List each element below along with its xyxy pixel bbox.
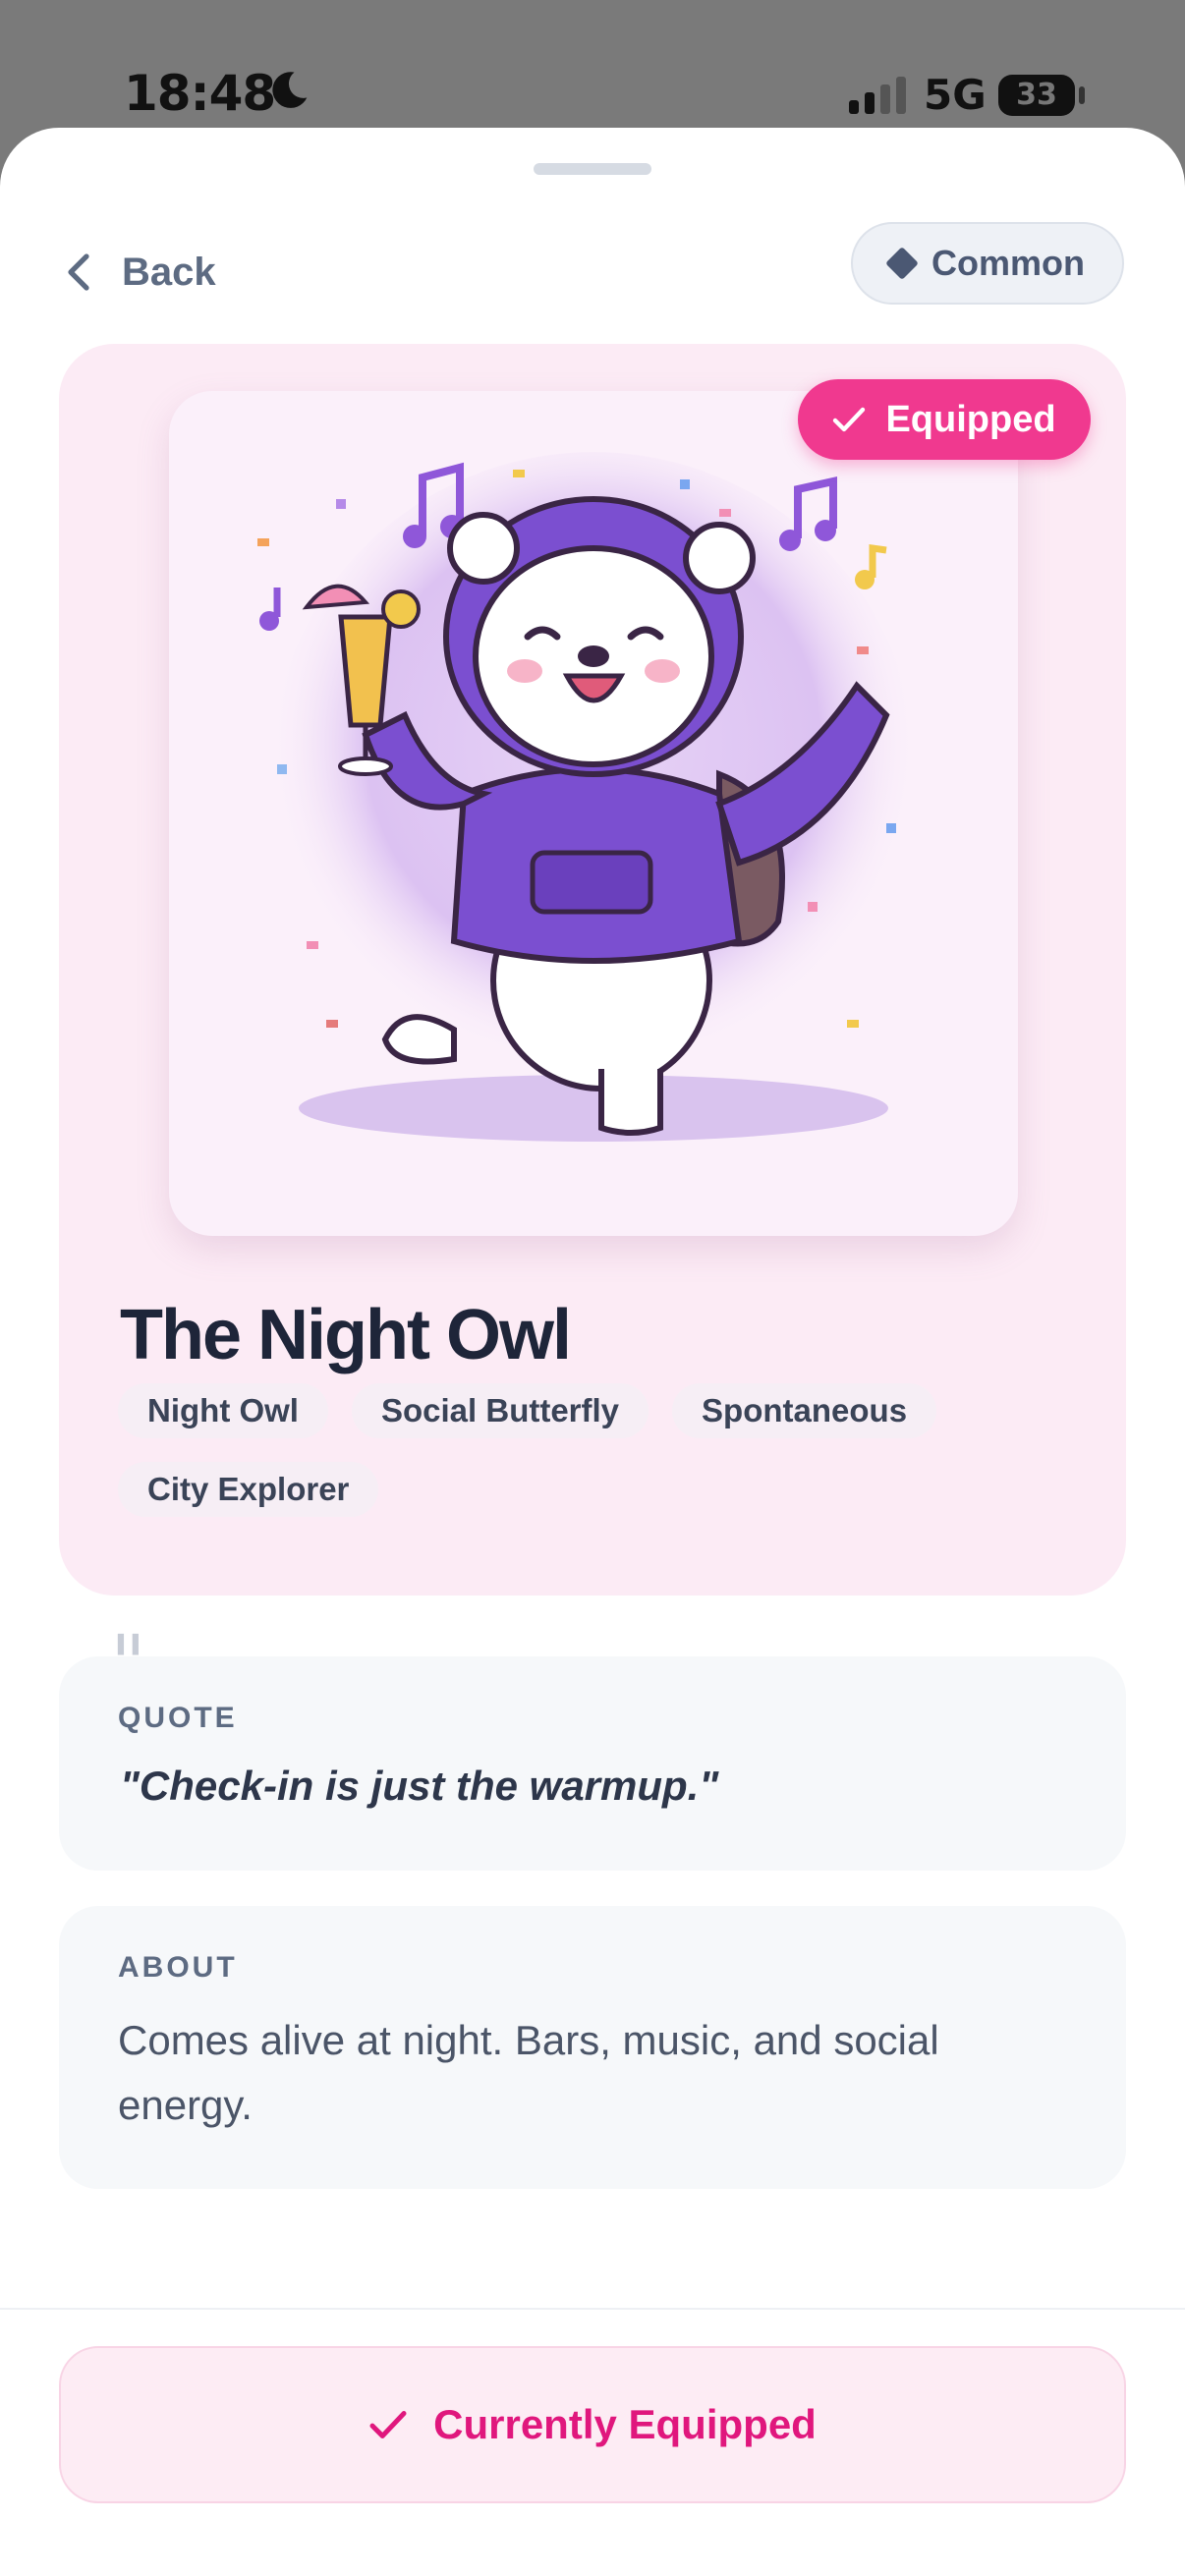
battery-nub	[1079, 86, 1085, 104]
trait-tag: Social Butterfly	[351, 1383, 649, 1438]
detail-sheet: Back Common Equipped The Night Owl Night…	[0, 128, 1185, 2576]
sheet-grabber[interactable]	[534, 163, 651, 175]
about-label: ABOUT	[118, 1951, 238, 1984]
character-card: Equipped The Night Owl Night Owl Social …	[59, 344, 1126, 1596]
footer-divider	[0, 2308, 1185, 2310]
chevron-left-icon	[68, 253, 89, 291]
about-text: Comes alive at night. Bars, music, and s…	[118, 2017, 939, 2128]
trait-tag: City Explorer	[118, 1462, 379, 1517]
status-time: 18:48	[124, 65, 276, 122]
diamond-icon	[885, 247, 919, 280]
trait-tag: Night Owl	[118, 1383, 328, 1438]
cta-label: Currently Equipped	[433, 2401, 817, 2447]
quote-panel: QUOTE "Check-in is just the warmup."	[59, 1656, 1126, 1871]
rarity-label: Common	[931, 243, 1085, 283]
signal-icon	[849, 77, 906, 114]
character-illustration	[169, 391, 1018, 1236]
equipped-badge-label: Equipped	[885, 398, 1056, 440]
trait-tag: Spontaneous	[672, 1383, 937, 1438]
check-icon	[833, 407, 866, 432]
about-panel: ABOUT Comes alive at night. Bars, music,…	[59, 1906, 1126, 2189]
battery-icon: 33	[998, 75, 1075, 116]
back-label: Back	[122, 250, 216, 294]
quote-label: QUOTE	[118, 1702, 238, 1734]
check-icon	[369, 2411, 407, 2438]
quote-text: "Check-in is just the warmup."	[120, 1763, 719, 1809]
trait-tags: Night Owl Social Butterfly Spontaneous C…	[118, 1383, 1061, 1517]
equipped-badge: Equipped	[798, 379, 1091, 460]
character-title: The Night Owl	[120, 1296, 572, 1374]
polar-bear-illustration	[257, 452, 918, 1142]
back-button[interactable]: Back	[65, 238, 216, 307]
rarity-badge: Common	[851, 222, 1124, 305]
moon-icon	[272, 72, 308, 108]
status-bar: 18:48 5G 33	[0, 0, 1185, 128]
network-type: 5G	[924, 71, 987, 119]
currently-equipped-button[interactable]: Currently Equipped	[59, 2346, 1126, 2503]
